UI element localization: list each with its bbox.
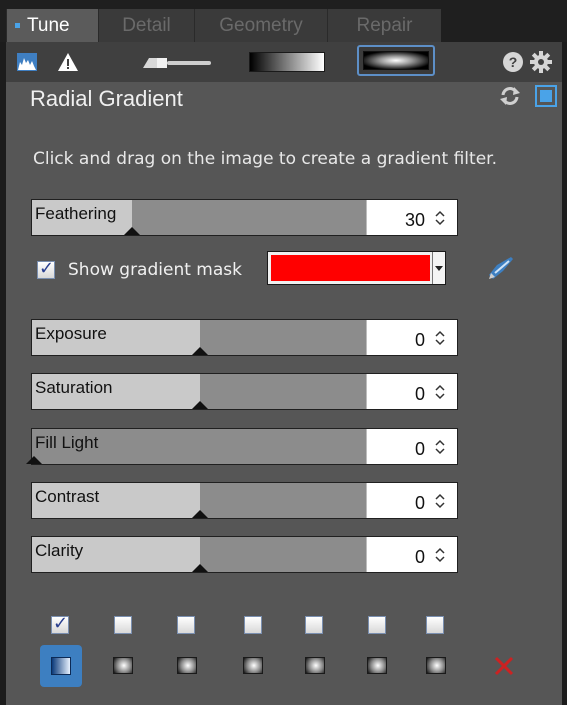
feathering-value-field[interactable]: 30 bbox=[366, 200, 457, 235]
linear-gradient-tool-icon[interactable] bbox=[249, 52, 325, 72]
panel-title: Radial Gradient bbox=[30, 86, 183, 111]
instruction-text: Click and drag on the image to create a … bbox=[33, 149, 497, 169]
tab-bar: Tune Detail Geometry Repair bbox=[0, 0, 567, 42]
spinner-arrows-icon[interactable] bbox=[435, 492, 445, 510]
slider-handle[interactable] bbox=[192, 347, 208, 355]
slider-label: Feathering bbox=[35, 204, 117, 223]
tab-label: Repair bbox=[356, 14, 413, 36]
delete-filter-icon[interactable] bbox=[493, 655, 515, 677]
svg-text:?: ? bbox=[509, 54, 518, 70]
filter-enable-checkbox-7[interactable] bbox=[426, 616, 444, 634]
help-icon[interactable]: ? bbox=[503, 52, 523, 72]
tab-tune[interactable]: Tune bbox=[6, 9, 98, 42]
dropdown-arrow bbox=[432, 252, 445, 284]
brush-tool-icon[interactable] bbox=[141, 56, 213, 70]
warning-icon[interactable] bbox=[58, 53, 78, 71]
tab-detail[interactable]: Detail bbox=[98, 9, 194, 42]
filter-slot-6[interactable] bbox=[367, 657, 387, 674]
feathering-slider[interactable]: Feathering 30 bbox=[31, 199, 458, 236]
filter-slot-3[interactable] bbox=[177, 657, 197, 674]
filter-slot-5[interactable] bbox=[305, 657, 325, 674]
mask-color-swatch bbox=[271, 255, 430, 281]
slider-handle[interactable] bbox=[26, 456, 42, 464]
tab-label: Detail bbox=[122, 14, 171, 36]
saturation-slider[interactable]: Saturation 0 bbox=[31, 373, 458, 410]
tab-label: Geometry bbox=[219, 14, 303, 36]
spinner-arrows-icon[interactable] bbox=[435, 209, 445, 227]
filter-enable-checkbox-4[interactable] bbox=[244, 616, 262, 634]
fill-light-slider[interactable]: Fill Light 0 bbox=[26, 428, 458, 465]
filter-enable-checkbox-5[interactable] bbox=[305, 616, 323, 634]
slider-handle[interactable] bbox=[192, 564, 208, 572]
filter-enable-checkbox-3[interactable] bbox=[177, 616, 195, 634]
mask-brush-icon[interactable] bbox=[487, 255, 515, 281]
slider-label: Exposure bbox=[35, 324, 107, 343]
slider-value: 0 bbox=[414, 493, 425, 513]
contrast-value-field[interactable]: 0 bbox=[366, 483, 457, 518]
radial-gradient-tool-button[interactable] bbox=[357, 45, 435, 76]
filter-slot-7[interactable] bbox=[426, 657, 446, 674]
slider-handle[interactable] bbox=[124, 227, 140, 235]
filter-slot-1-selected[interactable] bbox=[40, 645, 82, 687]
slider-handle[interactable] bbox=[192, 510, 208, 518]
show-mask-checkbox[interactable] bbox=[37, 258, 55, 279]
gradient-filter-icon bbox=[51, 657, 71, 675]
tab-geometry[interactable]: Geometry bbox=[194, 9, 327, 42]
slider-handle[interactable] bbox=[192, 401, 208, 409]
saturation-value-field[interactable]: 0 bbox=[366, 374, 457, 409]
slider-label: Saturation bbox=[35, 378, 113, 397]
show-mask-label: Show gradient mask bbox=[68, 260, 242, 280]
slider-value: 30 bbox=[404, 210, 425, 230]
spinner-arrows-icon[interactable] bbox=[435, 329, 445, 347]
tab-repair[interactable]: Repair bbox=[327, 9, 441, 42]
exposure-value-field[interactable]: 0 bbox=[366, 320, 457, 355]
filter-enable-checkbox-2[interactable] bbox=[114, 616, 132, 634]
chevron-down-icon bbox=[435, 266, 443, 271]
reset-icon[interactable] bbox=[499, 86, 521, 106]
contrast-slider[interactable]: Contrast 0 bbox=[31, 482, 458, 519]
active-tab-indicator bbox=[15, 23, 20, 28]
histogram-icon[interactable] bbox=[17, 53, 37, 71]
slider-label: Clarity bbox=[35, 541, 84, 560]
slider-value: 0 bbox=[414, 384, 425, 404]
filter-slot-4[interactable] bbox=[243, 657, 263, 674]
enable-toggle[interactable] bbox=[535, 85, 557, 107]
fill-light-value-field[interactable]: 0 bbox=[366, 429, 457, 464]
clarity-slider[interactable]: Clarity 0 bbox=[31, 536, 458, 573]
tab-label: Tune bbox=[27, 14, 70, 36]
filter-enable-checkbox-1[interactable] bbox=[51, 613, 69, 634]
slider-label: Contrast bbox=[35, 487, 100, 506]
spinner-arrows-icon[interactable] bbox=[435, 383, 445, 401]
clarity-value-field[interactable]: 0 bbox=[366, 537, 457, 572]
gear-icon[interactable] bbox=[530, 51, 552, 73]
filter-slot-2[interactable] bbox=[113, 657, 133, 674]
mask-color-dropdown[interactable] bbox=[267, 251, 446, 285]
slider-value: 0 bbox=[414, 547, 425, 567]
filter-enable-checkbox-6[interactable] bbox=[368, 616, 386, 634]
slider-value: 0 bbox=[414, 439, 425, 459]
spinner-arrows-icon[interactable] bbox=[435, 546, 445, 564]
slider-label: Fill Light bbox=[35, 433, 99, 452]
slider-value: 0 bbox=[414, 330, 425, 350]
radial-gradient-icon bbox=[363, 51, 429, 70]
exposure-slider[interactable]: Exposure 0 bbox=[31, 319, 458, 356]
enable-indicator bbox=[540, 90, 552, 102]
spinner-arrows-icon[interactable] bbox=[435, 438, 445, 456]
